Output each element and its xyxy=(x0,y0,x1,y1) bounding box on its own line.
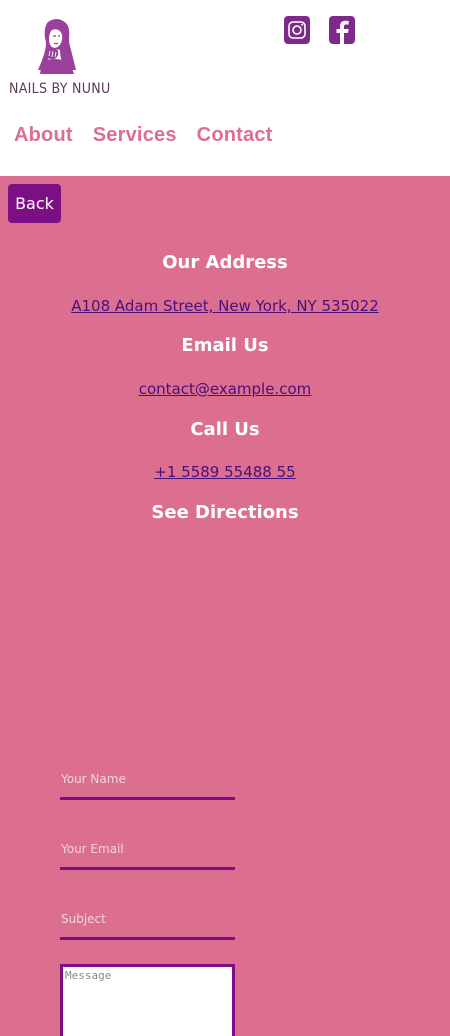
address-heading: Our Address xyxy=(162,252,288,273)
name-input[interactable] xyxy=(60,760,235,797)
message-textarea[interactable] xyxy=(60,964,235,1036)
nav-services[interactable]: Services xyxy=(93,124,177,147)
nav-contact[interactable]: Contact xyxy=(197,124,273,147)
email-heading: Email Us xyxy=(181,335,269,356)
directions-section: See Directions xyxy=(0,502,450,523)
name-field xyxy=(60,760,235,800)
email-input[interactable] xyxy=(60,830,235,867)
address-row: A108 Adam Street, New York, NY 535022 xyxy=(0,296,450,315)
call-heading: Call Us xyxy=(190,419,260,440)
site-header: NAILS BY NUNU About Services Contact xyxy=(0,0,450,176)
facebook-icon xyxy=(329,16,355,44)
facebook-link[interactable] xyxy=(329,16,355,44)
instagram-icon xyxy=(284,16,310,44)
address-link[interactable]: A108 Adam Street, New York, NY 535022 xyxy=(71,297,379,315)
subject-field xyxy=(60,900,235,940)
woman-logo-icon xyxy=(38,19,76,74)
address-section: Our Address xyxy=(0,252,450,273)
phone-row: +1 5589 55488 55 xyxy=(0,462,450,481)
brand-logo[interactable]: NAILS BY NUNU xyxy=(6,18,111,100)
instagram-link[interactable] xyxy=(284,16,310,44)
call-section: Call Us xyxy=(0,419,450,440)
email-section: Email Us xyxy=(0,335,450,356)
email-row: contact@example.com xyxy=(0,379,450,398)
back-button[interactable]: Back xyxy=(8,184,61,223)
brand-name: NAILS BY NUNU xyxy=(9,81,111,97)
email-field xyxy=(60,830,235,870)
directions-heading: See Directions xyxy=(151,502,299,523)
main-nav: About Services Contact xyxy=(14,124,273,147)
subject-input[interactable] xyxy=(60,900,235,937)
nav-about[interactable]: About xyxy=(14,124,73,147)
phone-link[interactable]: +1 5589 55488 55 xyxy=(154,463,295,481)
email-link[interactable]: contact@example.com xyxy=(139,380,312,398)
